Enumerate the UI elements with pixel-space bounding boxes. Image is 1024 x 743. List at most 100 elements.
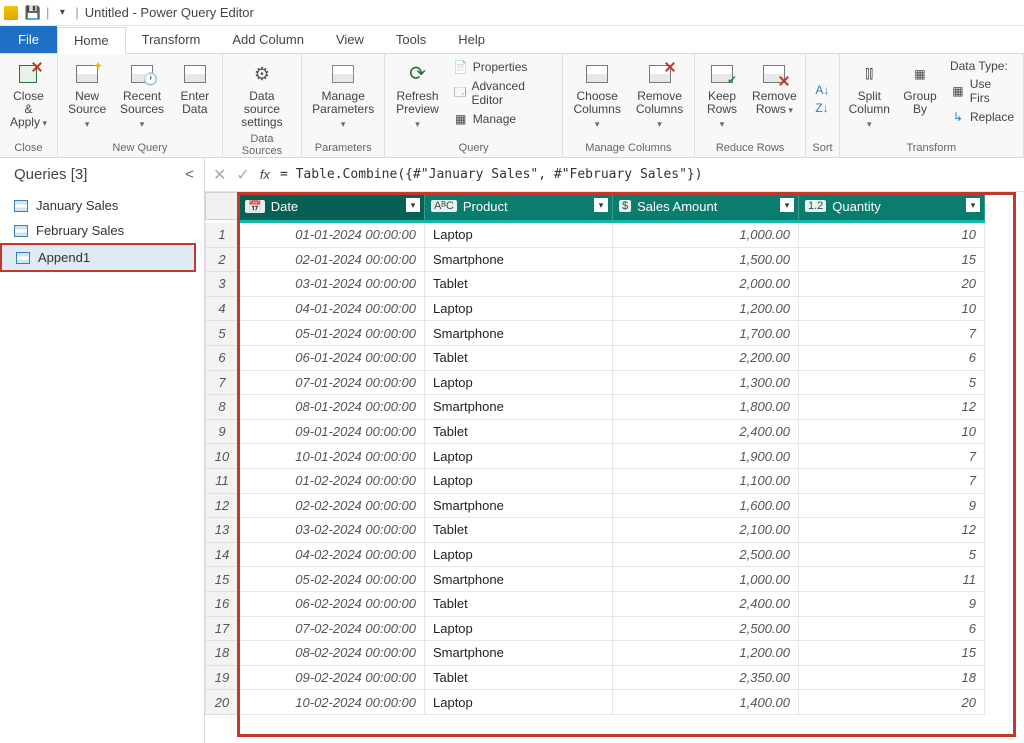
enter-data-button[interactable]: Enter Data: [174, 58, 216, 140]
cell-sales-amount[interactable]: 1,300.00: [613, 371, 799, 396]
cell-product[interactable]: Tablet: [425, 518, 613, 543]
row-number[interactable]: 14: [205, 543, 239, 568]
cell-product[interactable]: Tablet: [425, 592, 613, 617]
cell-product[interactable]: Tablet: [425, 666, 613, 691]
filter-dropdown-icon[interactable]: ▾: [780, 198, 794, 212]
keep-rows-button[interactable]: ✔Keep Rows: [701, 58, 744, 140]
cell-sales-amount[interactable]: 2,200.00: [613, 346, 799, 371]
cell-product[interactable]: Smartphone: [425, 567, 613, 592]
table-row[interactable]: 1303-02-2024 00:00:00Tablet2,100.0012: [205, 518, 1024, 543]
table-row[interactable]: 909-01-2024 00:00:00Tablet2,400.0010: [205, 420, 1024, 445]
row-number[interactable]: 15: [205, 567, 239, 592]
row-number[interactable]: 1: [205, 223, 239, 248]
cancel-formula-icon[interactable]: ✕: [213, 165, 226, 185]
col-header-date[interactable]: 📅Date▾: [239, 192, 425, 220]
cell-date[interactable]: 08-01-2024 00:00:00: [239, 395, 425, 420]
cell-sales-amount[interactable]: 1,900.00: [613, 444, 799, 469]
col-header-sales-amount[interactable]: $Sales Amount▾: [613, 192, 799, 220]
cell-quantity[interactable]: 5: [799, 543, 985, 568]
cell-product[interactable]: Laptop: [425, 444, 613, 469]
tab-home[interactable]: Home: [57, 27, 126, 54]
cell-quantity[interactable]: 6: [799, 346, 985, 371]
row-number[interactable]: 9: [205, 420, 239, 445]
tab-view[interactable]: View: [320, 26, 380, 53]
manage-button[interactable]: ▦Manage: [450, 110, 556, 128]
cell-sales-amount[interactable]: 1,600.00: [613, 494, 799, 519]
table-row[interactable]: 202-01-2024 00:00:00Smartphone1,500.0015: [205, 248, 1024, 273]
row-number[interactable]: 2: [205, 248, 239, 273]
cell-date[interactable]: 09-02-2024 00:00:00: [239, 666, 425, 691]
collapse-panel-icon[interactable]: <: [185, 166, 194, 183]
cell-sales-amount[interactable]: 1,000.00: [613, 223, 799, 248]
use-first-row-button[interactable]: ▦Use Firs: [947, 76, 1017, 106]
cell-sales-amount[interactable]: 2,100.00: [613, 518, 799, 543]
cell-quantity[interactable]: 20: [799, 690, 985, 715]
cell-sales-amount[interactable]: 2,000.00: [613, 272, 799, 297]
recent-sources-button[interactable]: 🕐Recent Sources: [116, 58, 168, 140]
table-row[interactable]: 1606-02-2024 00:00:00Tablet2,400.009: [205, 592, 1024, 617]
query-item-append1[interactable]: Append1: [0, 243, 196, 272]
col-header-product[interactable]: AᴮCProduct▾: [425, 192, 613, 220]
cell-quantity[interactable]: 7: [799, 321, 985, 346]
cell-product[interactable]: Laptop: [425, 297, 613, 322]
qat-dropdown[interactable]: ▾: [51, 7, 73, 18]
cell-date[interactable]: 02-02-2024 00:00:00: [239, 494, 425, 519]
choose-columns-button[interactable]: Choose Columns: [569, 58, 625, 140]
row-number[interactable]: 7: [205, 371, 239, 396]
cell-quantity[interactable]: 15: [799, 641, 985, 666]
cell-sales-amount[interactable]: 2,400.00: [613, 420, 799, 445]
cell-sales-amount[interactable]: 2,400.00: [613, 592, 799, 617]
row-number[interactable]: 16: [205, 592, 239, 617]
cell-quantity[interactable]: 15: [799, 248, 985, 273]
manage-parameters-button[interactable]: Manage Parameters: [308, 58, 378, 140]
cell-product[interactable]: Smartphone: [425, 321, 613, 346]
cell-date[interactable]: 01-01-2024 00:00:00: [239, 223, 425, 248]
table-row[interactable]: 101-01-2024 00:00:00Laptop1,000.0010: [205, 223, 1024, 248]
tab-transform[interactable]: Transform: [126, 26, 217, 53]
cell-quantity[interactable]: 7: [799, 469, 985, 494]
cell-product[interactable]: Smartphone: [425, 395, 613, 420]
tab-file[interactable]: File: [0, 26, 57, 53]
cell-sales-amount[interactable]: 1,800.00: [613, 395, 799, 420]
table-row[interactable]: 1010-01-2024 00:00:00Laptop1,900.007: [205, 444, 1024, 469]
group-by-button[interactable]: ▦Group By: [899, 58, 941, 140]
replace-values-button[interactable]: ↳Replace: [947, 108, 1017, 126]
cell-sales-amount[interactable]: 1,700.00: [613, 321, 799, 346]
tab-tools[interactable]: Tools: [380, 26, 442, 53]
cell-quantity[interactable]: 10: [799, 420, 985, 445]
accept-formula-icon[interactable]: ✓: [236, 165, 249, 185]
table-row[interactable]: 1808-02-2024 00:00:00Smartphone1,200.001…: [205, 641, 1024, 666]
sort-asc-button[interactable]: A↓: [812, 82, 832, 98]
row-number[interactable]: 20: [205, 690, 239, 715]
table-row[interactable]: 2010-02-2024 00:00:00Laptop1,400.0020: [205, 690, 1024, 715]
cell-product[interactable]: Laptop: [425, 469, 613, 494]
table-row[interactable]: 1101-02-2024 00:00:00Laptop1,100.007: [205, 469, 1024, 494]
row-number[interactable]: 12: [205, 494, 239, 519]
cell-date[interactable]: 01-02-2024 00:00:00: [239, 469, 425, 494]
filter-dropdown-icon[interactable]: ▾: [594, 198, 608, 212]
cell-quantity[interactable]: 9: [799, 494, 985, 519]
cell-sales-amount[interactable]: 1,200.00: [613, 297, 799, 322]
cell-date[interactable]: 07-01-2024 00:00:00: [239, 371, 425, 396]
cell-product[interactable]: Tablet: [425, 272, 613, 297]
cell-sales-amount[interactable]: 2,350.00: [613, 666, 799, 691]
cell-date[interactable]: 06-01-2024 00:00:00: [239, 346, 425, 371]
cell-date[interactable]: 06-02-2024 00:00:00: [239, 592, 425, 617]
cell-date[interactable]: 05-01-2024 00:00:00: [239, 321, 425, 346]
cell-product[interactable]: Laptop: [425, 371, 613, 396]
table-row[interactable]: 1404-02-2024 00:00:00Laptop2,500.005: [205, 543, 1024, 568]
table-row[interactable]: 707-01-2024 00:00:00Laptop1,300.005: [205, 371, 1024, 396]
table-row[interactable]: 303-01-2024 00:00:00Tablet2,000.0020: [205, 272, 1024, 297]
cell-quantity[interactable]: 7: [799, 444, 985, 469]
tab-help[interactable]: Help: [442, 26, 501, 53]
cell-sales-amount[interactable]: 1,400.00: [613, 690, 799, 715]
cell-date[interactable]: 08-02-2024 00:00:00: [239, 641, 425, 666]
cell-product[interactable]: Smartphone: [425, 248, 613, 273]
cell-quantity[interactable]: 10: [799, 297, 985, 322]
row-number[interactable]: 5: [205, 321, 239, 346]
row-number[interactable]: 19: [205, 666, 239, 691]
data-type-button[interactable]: Data Type:: [947, 58, 1017, 74]
cell-date[interactable]: 02-01-2024 00:00:00: [239, 248, 425, 273]
row-number[interactable]: 17: [205, 617, 239, 642]
remove-columns-button[interactable]: Remove Columns: [631, 58, 687, 140]
